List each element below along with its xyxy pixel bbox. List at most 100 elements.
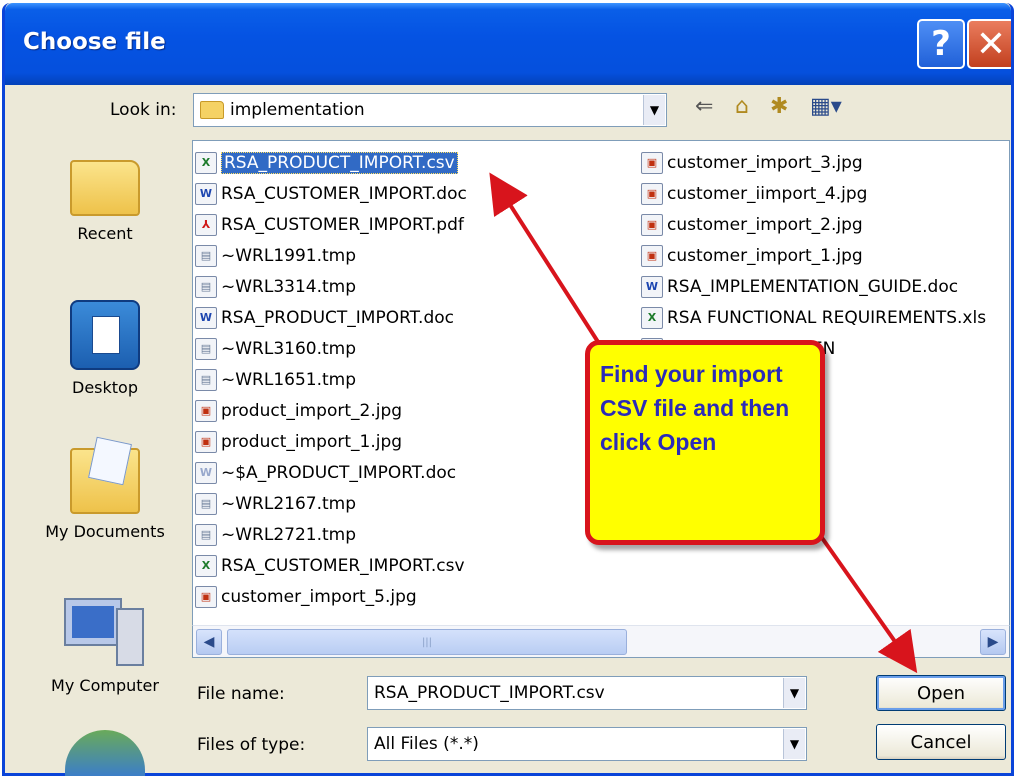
- place-my-computer-label: My Computer: [51, 676, 159, 695]
- place-desktop[interactable]: Desktop: [35, 300, 175, 397]
- pdf-file-icon: ⅄: [195, 213, 217, 236]
- file-column-left: X RSA_PRODUCT_IMPORT.csv W RSA_CUSTOMER_IMP…: [195, 147, 635, 612]
- file-name-label: File name:: [197, 684, 285, 704]
- folder-icon: [200, 101, 224, 119]
- file-item[interactable]: W ~$A_PRODUCT_IMPORT.doc: [195, 457, 635, 488]
- tmp-file-icon: ▤: [195, 337, 217, 360]
- tmp-file-icon: ▤: [195, 244, 217, 267]
- tmp-file-icon: ▤: [195, 523, 217, 546]
- file-item[interactable]: ▤ ~WRL1651.tmp: [195, 364, 635, 395]
- file-name: ~WRL2167.tmp: [221, 493, 357, 514]
- jpg-file-icon: ▣: [641, 213, 663, 236]
- file-item[interactable]: ▣ customer_import_1.jpg: [641, 240, 1009, 271]
- xls-file-icon: X: [641, 306, 663, 329]
- open-button[interactable]: Open: [876, 675, 1006, 711]
- file-name: RSA FUNCTIONAL REQUIREMENTS.xls: [667, 307, 987, 328]
- file-name: ~WRL1651.tmp: [221, 369, 357, 390]
- file-name: RSA_CUSTOMER_IMPORT.doc: [221, 183, 467, 204]
- file-item[interactable]: ▤ ~WRL1991.tmp: [195, 240, 635, 271]
- file-item[interactable]: ▣ product_import_1.jpg: [195, 426, 635, 457]
- file-name: ~WRL2721.tmp: [221, 524, 357, 545]
- place-recent[interactable]: Recent: [35, 160, 175, 243]
- doc-file-icon: W: [641, 275, 663, 298]
- file-item[interactable]: ▤ ~WRL2167.tmp: [195, 488, 635, 519]
- file-item[interactable]: ▣ customer_import_3.jpg: [641, 147, 1009, 178]
- file-name: ~WRL3314.tmp: [221, 276, 357, 297]
- close-icon: ✕: [975, 23, 1007, 65]
- look-in-label: Look in:: [110, 100, 177, 120]
- jpg-file-icon: ▣: [641, 151, 663, 174]
- file-item[interactable]: X RSA FUNCTIONAL REQUIREMENTS.xls: [641, 302, 1009, 333]
- back-arrow-icon[interactable]: ⇐: [695, 94, 713, 119]
- look-in-value: implementation: [230, 100, 365, 120]
- file-name: customer_import_1.jpg: [667, 245, 863, 266]
- up-folder-icon[interactable]: ⌂: [735, 94, 749, 119]
- files-of-type-select[interactable]: All Files (*.*) ▼: [367, 727, 807, 761]
- file-name: RSA_CUSTOMER_IMPORT.pdf: [221, 214, 464, 235]
- titlebar[interactable]: Choose file ? ✕: [5, 3, 1011, 85]
- new-folder-icon[interactable]: ✱: [770, 94, 788, 119]
- scroll-right-button[interactable]: ▶: [980, 629, 1006, 655]
- cancel-button[interactable]: Cancel: [876, 724, 1006, 760]
- csv-file-icon: X: [195, 554, 217, 577]
- jpg-file-icon: ▣: [195, 430, 217, 453]
- file-item[interactable]: ▣ customer_import_5.jpg: [195, 581, 635, 612]
- file-item[interactable]: ▣ product_import_2.jpg: [195, 395, 635, 426]
- file-name: RSA_PRODUCT_IMPORT.doc: [221, 307, 454, 328]
- file-item[interactable]: ⅄ RSA_CUSTOMER_IMPORT.pdf: [195, 209, 635, 240]
- file-name: customer_import_3.jpg: [667, 152, 863, 173]
- file-name: RSA_IMPLEMENTATION_GUIDE.doc: [667, 276, 959, 297]
- file-item[interactable]: ▤ ~WRL3160.tmp: [195, 333, 635, 364]
- file-name: ~WRL3160.tmp: [221, 338, 357, 359]
- file-item[interactable]: X RSA_CUSTOMER_IMPORT.csv: [195, 550, 635, 581]
- file-item[interactable]: ▣ customer_iimport_4.jpg: [641, 178, 1009, 209]
- tmp-file-icon: ▤: [195, 492, 217, 515]
- scroll-left-button[interactable]: ◀: [196, 629, 222, 655]
- file-name-dropdown-arrow[interactable]: ▼: [783, 678, 805, 708]
- jpg-file-icon: ▣: [195, 585, 217, 608]
- my-documents-icon: [70, 448, 140, 514]
- chevron-left-icon: ◀: [203, 634, 215, 650]
- help-button[interactable]: ?: [917, 19, 965, 69]
- doc-file-icon: W: [195, 182, 217, 205]
- file-name: product_import_2.jpg: [221, 400, 403, 421]
- file-name: ~$A_PRODUCT_IMPORT.doc: [221, 462, 457, 483]
- csv-file-icon: X: [195, 151, 217, 174]
- file-name: customer_import_5.jpg: [221, 586, 417, 607]
- scroll-thumb[interactable]: |||: [227, 629, 627, 655]
- help-icon: ?: [931, 24, 951, 64]
- horizontal-scrollbar[interactable]: ◀ ||| ▶: [192, 625, 1010, 658]
- dialog-title: Choose file: [23, 29, 166, 55]
- files-of-type-label: Files of type:: [197, 735, 306, 755]
- desktop-icon: [70, 300, 140, 370]
- scroll-grip-icon: |||: [421, 636, 433, 648]
- recent-folder-icon: [70, 160, 140, 216]
- file-item[interactable]: ▤ ~WRL3314.tmp: [195, 271, 635, 302]
- place-my-documents-label: My Documents: [45, 522, 165, 541]
- tmp-file-icon: ▤: [195, 275, 217, 298]
- file-name: customer_iimport_4.jpg: [667, 183, 868, 204]
- jpg-file-icon: ▣: [195, 399, 217, 422]
- files-of-type-dropdown-arrow[interactable]: ▼: [783, 729, 805, 759]
- jpg-file-icon: ▣: [641, 244, 663, 267]
- place-my-documents[interactable]: My Documents: [35, 448, 175, 541]
- file-item[interactable]: X RSA_PRODUCT_IMPORT.csv: [195, 147, 635, 178]
- place-my-computer[interactable]: My Computer: [35, 598, 175, 695]
- file-item[interactable]: ▣ customer_import_2.jpg: [641, 209, 1009, 240]
- place-recent-label: Recent: [77, 224, 133, 243]
- doc-file-icon: W: [195, 461, 217, 484]
- file-item[interactable]: W RSA_IMPLEMENTATION_GUIDE.doc: [641, 271, 1009, 302]
- look-in-dropdown[interactable]: implementation ▼: [193, 93, 667, 127]
- file-name: RSA_PRODUCT_IMPORT.csv: [221, 151, 458, 174]
- views-menu-icon[interactable]: ▦▾: [810, 94, 842, 119]
- my-computer-icon: [64, 598, 146, 668]
- file-item[interactable]: W RSA_PRODUCT_IMPORT.doc: [195, 302, 635, 333]
- close-button[interactable]: ✕: [967, 19, 1011, 69]
- file-name: customer_import_2.jpg: [667, 214, 863, 235]
- file-item[interactable]: ▤ ~WRL2721.tmp: [195, 519, 635, 550]
- look-in-dropdown-arrow[interactable]: ▼: [643, 95, 665, 125]
- file-name: product_import_1.jpg: [221, 431, 403, 452]
- file-name-input[interactable]: RSA_PRODUCT_IMPORT.csv ▼: [367, 676, 807, 710]
- file-name: ~WRL1991.tmp: [221, 245, 357, 266]
- file-item[interactable]: W RSA_CUSTOMER_IMPORT.doc: [195, 178, 635, 209]
